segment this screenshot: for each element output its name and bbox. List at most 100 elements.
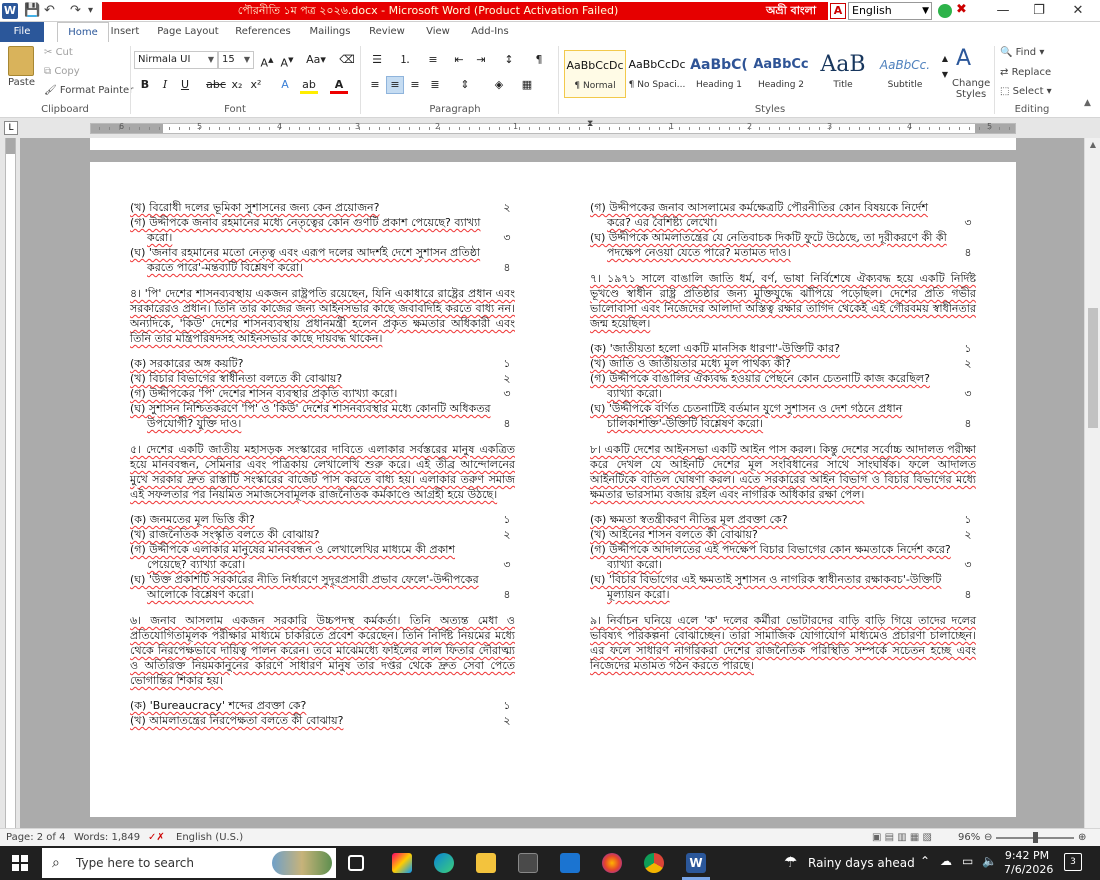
ime-status-icon[interactable]: [938, 4, 952, 18]
ime-close-icon[interactable]: ✖: [956, 2, 967, 17]
question-item[interactable]: (ঘ) সুশাসন নিশ্চিতকরণে 'পি' ও 'কিউ' দেশে…: [130, 401, 515, 431]
close-button[interactable]: ✕: [1060, 0, 1096, 22]
clear-formatting-icon[interactable]: ⌫: [338, 51, 356, 69]
style-subtitle[interactable]: AaBbCc. Subtitle: [874, 50, 936, 98]
underline-icon[interactable]: U: [176, 76, 194, 94]
minimize-button[interactable]: —: [985, 0, 1021, 22]
mail-icon[interactable]: [560, 853, 580, 873]
paste-icon[interactable]: [8, 46, 34, 76]
italic-icon[interactable]: I: [156, 76, 174, 94]
paste-button[interactable]: Paste: [8, 77, 35, 88]
chrome-icon[interactable]: [644, 853, 664, 873]
question-item[interactable]: (খ) জাতি ও জাতীয়তার মধ্যে মূল পার্থক্য …: [590, 356, 976, 371]
change-styles-icon[interactable]: A: [956, 46, 971, 71]
question-stem[interactable]: ৪। 'পি' দেশের শাসনব্যবস্থায় একজন রাষ্ট্…: [130, 286, 515, 346]
tab-insert[interactable]: Insert: [110, 22, 140, 42]
increase-indent-icon[interactable]: ⇥: [472, 51, 490, 69]
subscript-icon[interactable]: x₂: [228, 76, 246, 94]
question-item[interactable]: (ঘ) 'উদ্দীপকে বর্ণিত চেতনাটিই বর্তমান যু…: [590, 401, 976, 431]
language-indicator-icon[interactable]: A: [830, 3, 846, 19]
style-normal[interactable]: AaBbCcDc ¶ Normal: [564, 50, 626, 98]
question-stem[interactable]: ৭। ১৯৭১ সালে বাঙালি জাতি ধর্ম, বর্ণ, ভাষ…: [590, 271, 976, 331]
network-icon[interactable]: ▭: [962, 854, 973, 868]
taskbar-clock[interactable]: 9:42 PM 7/6/2026: [1004, 849, 1053, 877]
question-item[interactable]: (ক) 'জাতীয়তা হলো একটি মানসিক ধারণা'-উক্…: [590, 341, 976, 356]
bullets-icon[interactable]: ☰: [368, 51, 386, 69]
page-count[interactable]: Page: 2 of 4: [6, 829, 65, 846]
tab-selector[interactable]: L: [4, 121, 18, 135]
question-item[interactable]: (ঘ) 'বিচার বিভাগের এই ক্ষমতাই সুশাসন ও ন…: [590, 572, 976, 602]
question-item[interactable]: (ঘ) 'জনাব রহমানের মতো নেতৃত্ব এবং এরূপ দ…: [130, 245, 515, 275]
firefox-icon[interactable]: [602, 853, 622, 873]
select-button[interactable]: Select: [1013, 86, 1044, 97]
zoom-in-icon[interactable]: ⊕: [1078, 829, 1086, 846]
question-item[interactable]: (ক) সরকারের অঙ্গ কয়টি? ১: [130, 356, 515, 371]
font-color-icon[interactable]: A: [330, 76, 348, 94]
tab-page-layout[interactable]: Page Layout: [154, 22, 222, 42]
task-view-icon[interactable]: [348, 855, 364, 871]
notification-icon[interactable]: 3: [1064, 853, 1082, 871]
language-status[interactable]: English (U.S.): [176, 829, 243, 846]
collapse-ribbon-icon[interactable]: ▲: [1084, 98, 1091, 108]
document-column-left[interactable]: (খ) বিরোধী দলের ভূমিকা সুশাসনের জন্য কেন…: [130, 200, 515, 739]
grow-font-icon[interactable]: A▲: [258, 51, 276, 70]
view-buttons-icon[interactable]: ▣ ▤ ▥ ▦ ▧: [872, 829, 932, 846]
font-size-select[interactable]: 15 ▼: [218, 51, 254, 69]
shading-icon[interactable]: ◈: [490, 76, 508, 94]
tray-expand-icon[interactable]: ⌃: [920, 854, 930, 868]
maximize-button[interactable]: ❐: [1021, 0, 1057, 22]
taskbar-search-box[interactable]: ⌕ Type here to search: [42, 848, 336, 878]
question-item[interactable]: (গ) উদ্দীপকের জনাব আসলামের কর্মক্ষেত্রটি…: [590, 200, 976, 230]
edge-icon[interactable]: [434, 853, 454, 873]
onedrive-icon[interactable]: ☁: [940, 854, 952, 868]
copy-button[interactable]: Copy: [54, 66, 79, 77]
question-item[interactable]: (খ) বিরোধী দলের ভূমিকা সুশাসনের জন্য কেন…: [130, 200, 515, 215]
question-item[interactable]: (ক) ক্ষমতা স্বতন্ত্রীকরণ নীতির মূল প্রবক…: [590, 512, 976, 527]
question-item[interactable]: (ঘ) উদ্দীপকে আমলাতন্ত্রের যে নেতিবাচক দি…: [590, 230, 976, 260]
question-item[interactable]: (ঘ) 'উক্ত প্রকাশটি সরকারের নীতি নির্ধারণ…: [130, 572, 515, 602]
highlight-icon[interactable]: ab: [300, 76, 318, 94]
tab-add-ins[interactable]: Add-Ins: [466, 22, 514, 42]
justify-icon[interactable]: ≣: [426, 76, 444, 94]
redo-icon[interactable]: ↷: [70, 2, 81, 20]
font-name-select[interactable]: Nirmala UI ▼: [134, 51, 218, 69]
question-item[interactable]: (ক) 'Bureaucracy' শব্দের প্রবক্তা কে? ১: [130, 698, 515, 713]
question-item[interactable]: (গ) উদ্দীপকে আদালতের এই পদক্ষেপ বিচার বি…: [590, 542, 976, 572]
undo-icon[interactable]: ↶: [44, 2, 55, 20]
borders-icon[interactable]: ▦: [518, 76, 536, 94]
question-item[interactable]: (গ) উদ্দীপকে বাঙালির ঐক্যবদ্ধ হওয়ার পেছ…: [590, 371, 976, 401]
word-app-icon[interactable]: W: [2, 3, 18, 19]
change-styles-button[interactable]: Change Styles: [952, 78, 990, 100]
file-explorer-icon[interactable]: [476, 853, 496, 873]
save-icon[interactable]: 💾: [24, 2, 40, 20]
style-title[interactable]: AaB Title: [812, 50, 874, 98]
zoom-out-icon[interactable]: ⊖: [984, 829, 992, 846]
weather-text[interactable]: Rainy days ahead: [808, 846, 915, 880]
store-icon[interactable]: [518, 853, 538, 873]
quick-access-dropdown-icon[interactable]: ▾: [88, 2, 93, 20]
proofing-icon[interactable]: ✓✗: [148, 829, 165, 846]
word-taskbar-icon[interactable]: W: [686, 853, 706, 873]
question-item[interactable]: (ক) জনমতের মূল ভিত্তি কী? ১: [130, 512, 515, 527]
document-column-right[interactable]: (গ) উদ্দীপকের জনাব আসলামের কর্মক্ষেত্রটি…: [590, 200, 976, 683]
scrollbar-thumb[interactable]: [1088, 308, 1098, 428]
word-count[interactable]: Words: 1,849: [74, 829, 140, 846]
language-select[interactable]: English ▼: [848, 2, 932, 20]
multilevel-list-icon[interactable]: ≡: [424, 51, 442, 69]
find-button[interactable]: Find: [1016, 47, 1037, 58]
vertical-scrollbar[interactable]: ▲: [1084, 138, 1100, 828]
numbering-icon[interactable]: ⒈: [396, 51, 414, 69]
align-right-icon[interactable]: ≡: [406, 76, 424, 94]
question-stem[interactable]: ৯। নির্বাচন ঘনিয়ে এলে 'ক' দলের কর্মীরা …: [590, 613, 976, 673]
style-no-spacing[interactable]: AaBbCcDc ¶ No Spaci...: [626, 50, 688, 98]
line-spacing-icon[interactable]: ⇕: [456, 76, 474, 94]
volume-icon[interactable]: 🔈: [982, 854, 997, 868]
shrink-font-icon[interactable]: A▼: [278, 51, 296, 70]
question-stem[interactable]: ৬। জনাব আসলাম একজন সরকারি উচ্চপদস্থ কর্ম…: [130, 613, 515, 688]
sort-icon[interactable]: ↕: [500, 51, 518, 69]
scroll-up-icon[interactable]: ▲: [1085, 138, 1100, 152]
cut-button[interactable]: Cut: [56, 47, 73, 58]
question-item[interactable]: (খ) আইনের শাসন বলতে কী বোঝায়? ২: [590, 527, 976, 542]
superscript-icon[interactable]: x²: [247, 76, 265, 94]
question-item[interactable]: (গ) উদ্দীপকের 'পি' দেশের শাসন ব্যবস্থার …: [130, 386, 515, 401]
